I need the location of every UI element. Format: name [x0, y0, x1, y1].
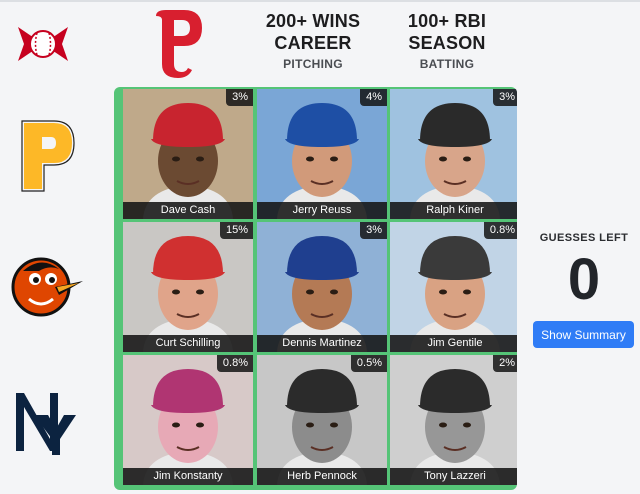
rarity-percent: 0.8%	[216, 355, 253, 372]
show-summary-button[interactable]: Show Summary	[533, 321, 634, 348]
yankees-ny-logo	[10, 384, 82, 460]
player-photo	[123, 89, 253, 219]
grid-cell[interactable]: 2% Tony Lazzeri	[390, 355, 517, 485]
player-photo	[257, 89, 387, 219]
column-header-subtitle: PITCHING	[283, 57, 343, 71]
reds-logo	[10, 18, 76, 70]
column-header-rbi: 100+ RBI SEASON BATTING	[382, 10, 512, 71]
player-name: Herb Pennock	[257, 468, 387, 485]
player-name: Jim Konstanty	[123, 468, 253, 485]
grid-cell[interactable]: 0.8% Jim Konstanty	[123, 355, 253, 485]
rarity-percent: 0.8%	[483, 222, 517, 239]
column-header-title-line2: CAREER	[274, 33, 352, 53]
player-photo	[390, 355, 517, 485]
player-name: Dave Cash	[123, 202, 253, 219]
rarity-percent: 4%	[360, 89, 387, 106]
grid-cell[interactable]: 0.8% Jim Gentile	[390, 222, 517, 352]
player-name: Ralph Kiner	[390, 202, 517, 219]
pirates-p-logo	[18, 118, 78, 196]
grid-cell[interactable]: 4% Jerry Reuss	[257, 89, 387, 219]
grid-cell[interactable]: 3% Dave Cash	[123, 89, 253, 219]
column-header-title-line2: SEASON	[408, 33, 486, 53]
player-name: Jim Gentile	[390, 335, 517, 352]
player-photo	[123, 222, 253, 352]
rarity-percent: 2%	[493, 355, 517, 372]
rarity-percent: 3%	[226, 89, 253, 106]
rarity-percent: 0.5%	[350, 355, 387, 372]
top-divider	[0, 0, 640, 2]
column-header-title-line1: 200+ WINS	[265, 11, 361, 31]
grid-cell[interactable]: 3% Dennis Martinez	[257, 222, 387, 352]
player-name: Curt Schilling	[123, 335, 253, 352]
grid-cell[interactable]: 15% Curt Schilling	[123, 222, 253, 352]
rarity-percent: 3%	[493, 89, 517, 106]
column-header-subtitle: BATTING	[419, 57, 475, 71]
orioles-bird-logo	[8, 248, 86, 326]
player-name: Dennis Martinez	[257, 335, 387, 352]
column-header-wins: 200+ WINS CAREER PITCHING	[248, 10, 378, 71]
guesses-left-label: GUESSES LEFT	[539, 232, 629, 244]
player-photo	[257, 355, 387, 485]
answer-grid: 3% Dave Cash 4% Jerry Reuss 3% Ralph Kin…	[114, 87, 517, 490]
column-header-title-line1: 100+ RBI	[407, 11, 487, 31]
player-photo	[123, 355, 253, 485]
player-name: Jerry Reuss	[257, 202, 387, 219]
phillies-p-logo	[146, 6, 210, 80]
player-name: Tony Lazzeri	[390, 468, 517, 485]
rarity-percent: 3%	[360, 222, 387, 239]
player-photo	[390, 222, 517, 352]
guesses-left-count: 0	[567, 247, 601, 312]
grid-cell[interactable]: 0.5% Herb Pennock	[257, 355, 387, 485]
rarity-percent: 15%	[219, 222, 253, 239]
player-photo	[390, 89, 517, 219]
player-photo	[257, 222, 387, 352]
grid-cell[interactable]: 3% Ralph Kiner	[390, 89, 517, 219]
